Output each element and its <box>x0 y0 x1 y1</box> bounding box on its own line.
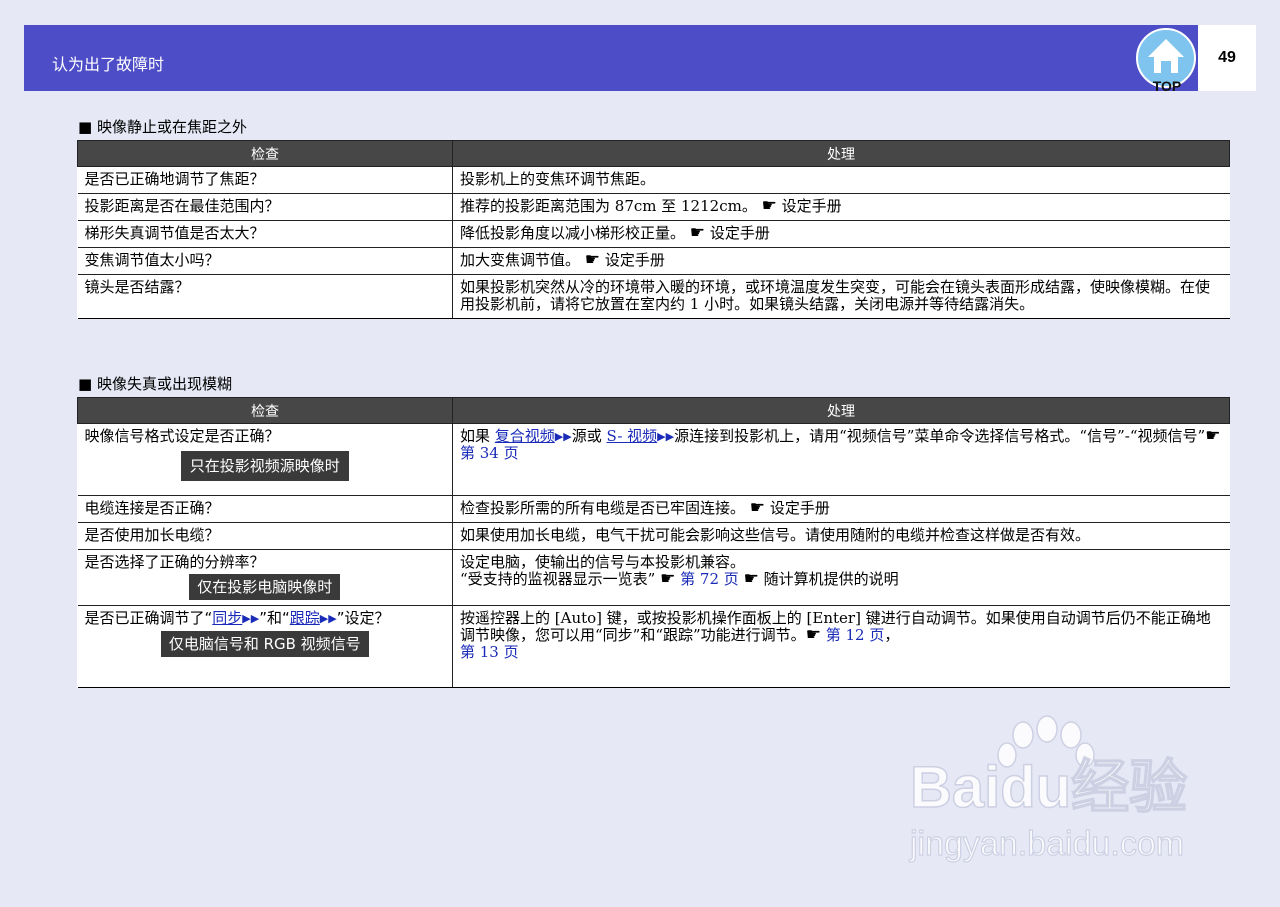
house-icon: TOP <box>1136 28 1196 94</box>
table-row: 是否已正确地调节了焦距？ 投影机上的变焦环调节焦距。 <box>77 166 1230 194</box>
action-cell: 降低投影角度以减小梯形校正量。 ☛ 设定手册 <box>452 220 1230 248</box>
separator: ， <box>884 626 900 644</box>
check-cell: 变焦调节值太小吗？ <box>77 247 453 275</box>
section1-title: ■ 映像静止或在焦距之外 <box>78 118 247 136</box>
top-label: TOP <box>1153 78 1182 93</box>
section1-table: 检查 处理 是否已正确地调节了焦距？ 投影机上的变焦环调节焦距。 投影距离是否在… <box>77 140 1230 319</box>
check-cell: 镜头是否结露？ <box>77 274 453 319</box>
link-arrow-icon: ▶▶ <box>242 612 260 625</box>
action-cell: 投影机上的变焦环调节焦距。 <box>452 166 1230 194</box>
check-cell: 电缆连接是否正确？ <box>77 495 453 523</box>
link-arrow-icon: ▶▶ <box>319 612 337 625</box>
action-text: 降低投影角度以减小梯形校正量。 <box>460 224 686 242</box>
page-number-box: 49 <box>1198 25 1256 91</box>
pointing-hand-icon: ☛ <box>761 196 777 216</box>
check-cell: 是否已正确地调节了焦距？ <box>77 166 453 194</box>
pointing-hand-icon: ☛ <box>660 569 676 589</box>
action-text: 检查投影所需的所有电缆是否已牢固连接。 <box>460 499 746 517</box>
table-row: 镜头是否结露？ 如果投影机突然从冷的环境带入暖的环境，或环境温度发生突变，可能会… <box>77 274 1230 319</box>
pointing-hand-icon: ☛ <box>743 569 759 589</box>
page-number: 49 <box>1218 49 1236 66</box>
check-cell: 是否选择了正确的分辨率？ 仅在投影电脑映像时 <box>77 549 453 606</box>
manual-reference: 设定手册 <box>709 224 770 242</box>
tracking-link[interactable]: 跟踪 <box>290 609 320 627</box>
s-video-link[interactable]: S- 视频 <box>607 427 658 445</box>
check-cell: 映像信号格式设定是否正确？ 只在投影视频源映像时 <box>77 423 453 496</box>
check-cell: 梯形失真调节值是否太大？ <box>77 220 453 248</box>
table-header-row: 检查 处理 <box>77 397 1230 424</box>
check-cell: 是否已正确调节了“同步▶▶”和“跟踪▶▶”设定？ 仅电脑信号和 RGB 视频信号 <box>77 605 453 688</box>
pointing-hand-icon: ☛ <box>1205 426 1221 446</box>
baidu-watermark: Baidu经验 jingyan.baidu.com <box>905 715 1215 865</box>
pointing-hand-icon: ☛ <box>749 498 766 518</box>
pointing-hand-icon: ☛ <box>584 250 601 270</box>
check-cell: 投影距离是否在最佳范围内？ <box>77 193 453 221</box>
page-header: 认为出了故障时 <box>24 25 1198 91</box>
condition-badge: 仅电脑信号和 RGB 视频信号 <box>160 631 369 657</box>
composite-video-link[interactable]: 复合视频 <box>495 427 555 445</box>
top-button[interactable]: TOP <box>1134 27 1200 94</box>
page-reference-link[interactable]: 第 12 页 <box>826 626 885 644</box>
column-header-action: 处理 <box>452 397 1230 424</box>
manual-reference: 随计算机提供的说明 <box>763 570 899 588</box>
table-row: 是否已正确调节了“同步▶▶”和“跟踪▶▶”设定？ 仅电脑信号和 RGB 视频信号… <box>77 605 1230 688</box>
watermark-url: jingyan.baidu.com <box>909 825 1184 863</box>
table-row: 映像信号格式设定是否正确？ 只在投影视频源映像时 如果 复合视频▶▶源或 S- … <box>77 423 1230 496</box>
action-cell: 按遥控器上的 [Auto] 键，或按投影机操作面板上的 [Enter] 键进行自… <box>452 605 1230 688</box>
column-header-check: 检查 <box>77 397 453 424</box>
section2-table: 检查 处理 映像信号格式设定是否正确？ 只在投影视频源映像时 如果 复合视频▶▶… <box>77 397 1230 688</box>
table-row: 是否使用加长电缆？ 如果使用加长电缆，电气干扰可能会影响这些信号。请使用随附的电… <box>77 522 1230 550</box>
check-text-part: ”设定？ <box>336 609 390 627</box>
action-cell: 如果投影机突然从冷的环境带入暖的环境，或环境温度发生突变，可能会在镜头表面形成结… <box>452 274 1230 319</box>
condition-badge: 只在投影视频源映像时 <box>180 451 349 481</box>
paw-logo-icon: Baidu经验 jingyan.baidu.com <box>908 715 1188 864</box>
pointing-hand-icon: ☛ <box>805 625 821 645</box>
action-text: 源或 <box>571 427 607 445</box>
column-header-action: 处理 <box>452 140 1230 167</box>
action-cell: 推荐的投影距离范围为 87cm 至 1212cm。 ☛ 设定手册 <box>452 193 1230 221</box>
action-cell: 设定电脑，使输出的信号与本投影机兼容。 “受支持的监视器显示一览表” ☛ 第 7… <box>452 549 1230 606</box>
check-cell: 是否使用加长电缆？ <box>77 522 453 550</box>
pointing-hand-icon: ☛ <box>689 223 706 243</box>
table-row: 梯形失真调节值是否太大？ 降低投影角度以减小梯形校正量。 ☛ 设定手册 <box>77 220 1230 248</box>
action-text: 源连接到投影机上，请用“视频信号”菜单命令选择信号格式。“信号”-“视频信号” <box>674 427 1206 445</box>
table-header-row: 检查 处理 <box>77 140 1230 167</box>
table-row: 电缆连接是否正确？ 检查投影所需的所有电缆是否已牢固连接。 ☛ 设定手册 <box>77 495 1230 523</box>
table-row: 投影距离是否在最佳范围内？ 推荐的投影距离范围为 87cm 至 1212cm。 … <box>77 193 1230 221</box>
check-text: 映像信号格式设定是否正确？ <box>84 427 280 445</box>
action-cell: 加大变焦调节值。 ☛ 设定手册 <box>452 247 1230 275</box>
manual-reference: 设定手册 <box>781 197 842 215</box>
condition-badge: 仅在投影电脑映像时 <box>189 574 341 600</box>
manual-reference: 设定手册 <box>604 251 665 269</box>
check-text: 是否选择了正确的分辨率？ <box>84 553 265 571</box>
check-text: 是否已正确调节了“同步▶▶”和“跟踪▶▶”设定？ <box>85 610 446 627</box>
check-text-part: 是否已正确调节了“ <box>84 609 213 627</box>
link-arrow-icon: ▶▶ <box>657 430 675 443</box>
action-text: 加大变焦调节值。 <box>460 251 581 269</box>
link-arrow-icon: ▶▶ <box>554 430 572 443</box>
check-text-part: ”和“ <box>259 609 290 627</box>
watermark-brand: Baidu经验 <box>910 755 1187 820</box>
table-row: 是否选择了正确的分辨率？ 仅在投影电脑映像时 设定电脑，使输出的信号与本投影机兼… <box>77 549 1230 606</box>
page-reference-link[interactable]: 第 72 页 <box>680 570 739 588</box>
section2-title: ■ 映像失真或出现模糊 <box>78 375 232 393</box>
action-cell: 如果使用加长电缆，电气干扰可能会影响这些信号。请使用随附的电缆并检查这样做是否有… <box>452 522 1230 550</box>
page-reference-link[interactable]: 第 34 页 <box>460 444 519 462</box>
column-header-check: 检查 <box>77 140 453 167</box>
action-text: “受支持的监视器显示一览表” <box>460 570 656 588</box>
action-text: 如果 <box>460 427 495 445</box>
action-text: 推荐的投影距离范围为 87cm 至 1212cm。 <box>460 197 757 215</box>
action-cell: 如果 复合视频▶▶源或 S- 视频▶▶源连接到投影机上，请用“视频信号”菜单命令… <box>452 423 1230 496</box>
sync-link[interactable]: 同步 <box>212 609 242 627</box>
table-row: 变焦调节值太小吗？ 加大变焦调节值。 ☛ 设定手册 <box>77 247 1230 275</box>
manual-reference: 设定手册 <box>769 499 830 517</box>
action-text: 设定电脑，使输出的信号与本投影机兼容。 <box>460 553 746 571</box>
action-cell: 检查投影所需的所有电缆是否已牢固连接。 ☛ 设定手册 <box>452 495 1230 523</box>
page-reference-link[interactable]: 第 13 页 <box>460 643 519 661</box>
chapter-title: 认为出了故障时 <box>52 55 165 74</box>
